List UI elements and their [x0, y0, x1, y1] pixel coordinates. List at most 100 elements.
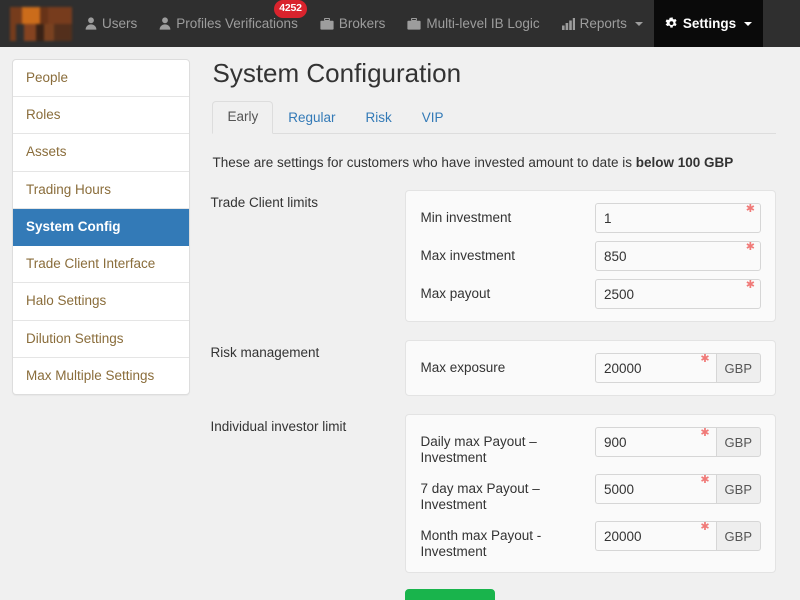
input-wrapper: ✱ — [595, 279, 761, 310]
bar-chart-icon — [561, 17, 575, 30]
notification-badge: 4252 — [274, 0, 307, 18]
tab-label: Early — [227, 109, 259, 125]
section-panel: Daily max Payout – Investment✱GBP7 day m… — [405, 414, 776, 574]
input-month-max-payout-investment[interactable] — [595, 521, 716, 552]
field-row: Max payout ✱ — [420, 279, 761, 310]
top-navbar: Users Profiles Verifications 4252 Brokers Mu… — [0, 0, 800, 47]
intro-text-plain: These are settings for customers who hav… — [212, 154, 636, 170]
sidebar-item-label: Max Multiple Settings — [26, 367, 155, 383]
field-row: Max exposure ✱GBP — [420, 353, 761, 384]
tab-risk[interactable]: Risk — [351, 102, 407, 133]
field-row: Min investment ✱ — [420, 203, 761, 234]
chevron-down-icon — [744, 21, 753, 26]
sidebar-item-label: Halo Settings — [26, 293, 107, 309]
input-wrapper: ✱ — [595, 521, 716, 552]
briefcase-icon — [320, 17, 334, 30]
segment-tabs: Early Regular Risk VIP — [212, 101, 776, 134]
nav-item-users[interactable]: Users — [74, 0, 148, 47]
field-label: Max payout — [420, 286, 491, 302]
input-max-exposure[interactable] — [595, 353, 716, 384]
sidebar-item-label: Trading Hours — [26, 181, 112, 197]
sidebar-item-system-config[interactable]: System Config — [13, 208, 190, 247]
settings-section: Individual investor limit Daily max Payou… — [210, 414, 776, 574]
sidebar-item-trading-hours[interactable]: Trading Hours — [13, 172, 190, 209]
briefcase-icon — [407, 17, 421, 30]
nav-item-label: Settings — [682, 15, 737, 31]
intro-text-highlight: below 100 GBP — [635, 154, 734, 170]
tab-regular[interactable]: Regular — [273, 102, 350, 133]
settings-section: Trade Client limitsMin investment✱Max in… — [210, 190, 776, 323]
currency-addon: GBP — [715, 521, 761, 552]
nav-item-label: Reports — [579, 15, 627, 31]
section-panel: Min investment✱Max investment✱Max payout… — [405, 190, 776, 323]
input-7-day-max-payout-investment[interactable] — [595, 474, 716, 505]
tab-label: VIP — [421, 110, 444, 126]
input-max-investment[interactable] — [595, 241, 761, 272]
sidebar-item-trade-client-interface[interactable]: Trade Client Interface — [13, 246, 190, 284]
user-icon — [159, 17, 171, 30]
chevron-down-icon — [634, 21, 643, 26]
sidebar-item-label: Assets — [26, 144, 67, 160]
field-control: ✱ — [595, 279, 761, 310]
nav-item-brokers[interactable]: Brokers — [309, 0, 397, 47]
sidebar-item-dilution-settings[interactable]: Dilution Settings — [13, 321, 190, 358]
field-label: Max exposure — [420, 360, 506, 376]
settings-section: Risk management Max exposure ✱GBP — [210, 340, 776, 397]
input-wrapper: ✱ — [595, 241, 761, 272]
page-title: System Configuration — [212, 58, 462, 88]
sidebar-item-people[interactable]: People — [13, 60, 190, 98]
settings-sections: Trade Client limitsMin investment✱Max in… — [210, 190, 776, 574]
nav-item-label: Users — [102, 15, 138, 31]
input-wrapper: ✱ — [595, 427, 716, 458]
tab-early[interactable]: Early — [212, 101, 274, 134]
field-control: ✱GBP — [595, 521, 761, 552]
sidebar-item-label: System Config — [26, 218, 121, 234]
main-content: System Configuration Early Regular Risk VIP… — [190, 59, 800, 600]
form-actions: Change — [405, 589, 776, 600]
field-label: Month max Payout - Investment — [420, 528, 542, 560]
sidebar-item-max-multiple-settings[interactable]: Max Multiple Settings — [13, 358, 189, 394]
input-wrapper: ✱ — [595, 203, 761, 234]
section-panel: Max exposure ✱GBP — [405, 340, 776, 397]
sidebar-item-halo-settings[interactable]: Halo Settings — [13, 283, 190, 321]
field-row: Month max Payout - Investment ✱GBP — [420, 521, 761, 560]
input-max-payout[interactable] — [595, 279, 761, 310]
brand-logo-link[interactable] — [0, 0, 74, 47]
tab-label: Risk — [365, 110, 392, 126]
input-daily-max-payout-investment[interactable] — [595, 427, 716, 458]
sidebar-item-label: Roles — [26, 107, 61, 123]
nav-item-label: Profiles Verifications — [176, 15, 298, 31]
field-control: ✱ — [595, 241, 761, 272]
tab-vip[interactable]: VIP — [407, 102, 459, 133]
field-label: Min investment — [420, 210, 512, 226]
nav-item-reports[interactable]: Reports — [551, 0, 654, 47]
field-control: ✱GBP — [595, 474, 761, 505]
field-row: Max investment ✱ — [420, 241, 761, 272]
sidebar-item-label: Dilution Settings — [26, 330, 124, 346]
section-title: Trade Client limits — [210, 195, 319, 211]
currency-addon: GBP — [715, 474, 761, 505]
input-min-investment[interactable] — [595, 203, 761, 234]
field-label: 7 day max Payout – Investment — [420, 481, 540, 513]
nav-item-multi-level-ib-logic[interactable]: Multi-level IB Logic — [396, 0, 550, 47]
nav-item-label: Brokers — [338, 15, 386, 31]
sidebar-item-assets[interactable]: Assets — [13, 134, 190, 172]
field-control: ✱GBP — [595, 427, 761, 458]
input-wrapper: ✱ — [595, 353, 716, 384]
sidebar-item-roles[interactable]: Roles — [13, 97, 190, 135]
page-body: People Roles Assets Trading Hours System Con… — [0, 47, 800, 600]
field-control: ✱GBP — [595, 353, 761, 384]
change-button[interactable]: Change — [405, 589, 495, 600]
field-row: 7 day max Payout – Investment ✱GBP — [420, 474, 761, 513]
nav-item-label: Multi-level IB Logic — [426, 15, 540, 31]
nav-item-settings[interactable]: Settings — [653, 0, 764, 47]
nav-item-profiles-verifications[interactable]: Profiles Verifications 4252 — [148, 0, 309, 47]
currency-addon: GBP — [715, 353, 761, 384]
user-icon — [85, 17, 97, 30]
primary-nav: Users Profiles Verifications 4252 Brokers Mu… — [74, 0, 800, 47]
sidebar-item-label: People — [26, 70, 69, 85]
currency-addon: GBP — [715, 427, 761, 458]
gear-icon — [665, 17, 678, 30]
section-title: Risk management — [210, 345, 320, 361]
sidebar-item-label: Trade Client Interface — [26, 256, 156, 272]
